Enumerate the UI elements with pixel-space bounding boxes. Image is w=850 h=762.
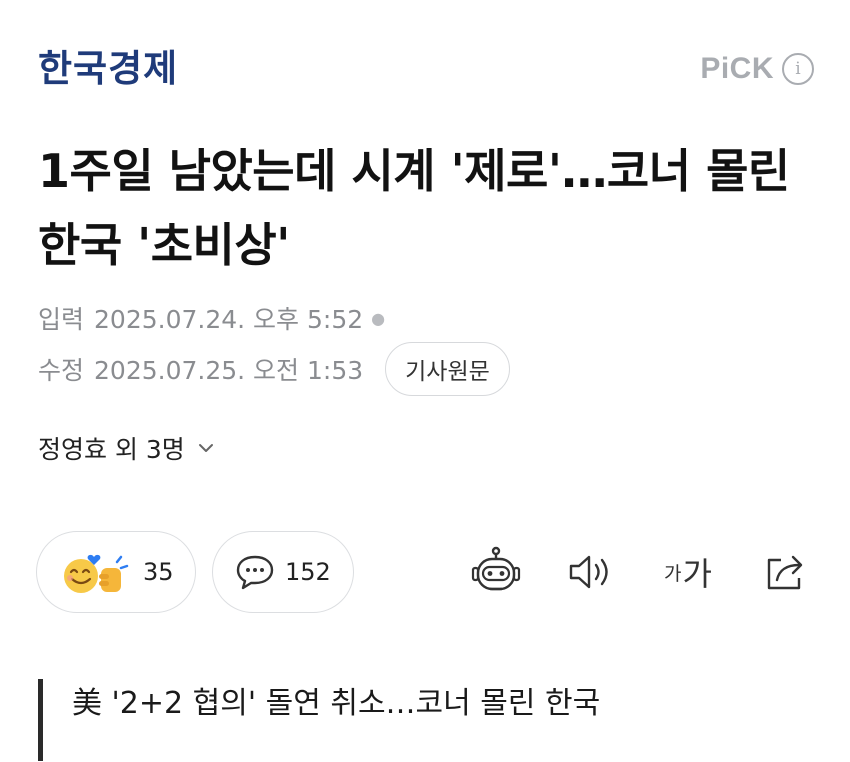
text-to-speech-button[interactable] [566,544,616,600]
info-icon[interactable]: i [782,53,814,85]
reaction-button[interactable]: 35 [36,531,196,613]
separator-dot-icon: ● [371,308,386,328]
pick-label: PiCK [700,52,774,85]
comment-count: 152 [285,558,331,586]
speaker-icon [569,555,608,589]
article-headline: 1주일 남았는데 시계 '제로'…코너 몰린 한국 '초비상' [38,144,790,272]
emoji-reaction-icon [64,554,129,593]
modified-date-row: 수정 2025.07.25. 오전 1:53 기사원문 [38,342,510,396]
reaction-count: 35 [143,558,174,586]
font-size-button[interactable]: 가 가 [658,544,718,600]
share-button[interactable] [760,544,812,600]
font-large-glyph: 가 [682,555,712,593]
chevron-down-icon [198,444,213,452]
published-datetime: 2025.07.24. 오후 5:52 [94,305,364,334]
article-subtitle: 美 '2+2 협의' 돌연 취소…코너 몰린 한국 [72,686,601,721]
modified-label: 수정 [38,356,85,385]
original-article-button[interactable]: 기사원문 [385,342,510,396]
subtitle-accent-bar [38,679,43,761]
ai-summary-robot-icon [471,546,521,591]
published-date-row: 입력 2025.07.24. 오후 5:52 ● [38,300,385,336]
author-name: 정영효 외 3명 [38,435,185,464]
ai-summary-button[interactable] [468,544,524,600]
published-label: 입력 [38,305,85,334]
modified-datetime: 2025.07.25. 오전 1:53 [94,356,364,385]
pick-badge[interactable]: PiCK i [700,52,814,86]
font-small-glyph: 가 [664,562,682,585]
author-toggle[interactable]: 정영효 외 3명 [38,430,215,466]
article-page: 한국경제 PiCK i 1주일 남았는데 시계 '제로'…코너 몰린 한국 '초… [0,0,850,762]
share-icon [767,555,803,590]
speech-bubble-icon [236,555,274,590]
comment-button[interactable]: 152 [212,531,354,613]
press-logo[interactable]: 한국경제 [38,46,178,92]
